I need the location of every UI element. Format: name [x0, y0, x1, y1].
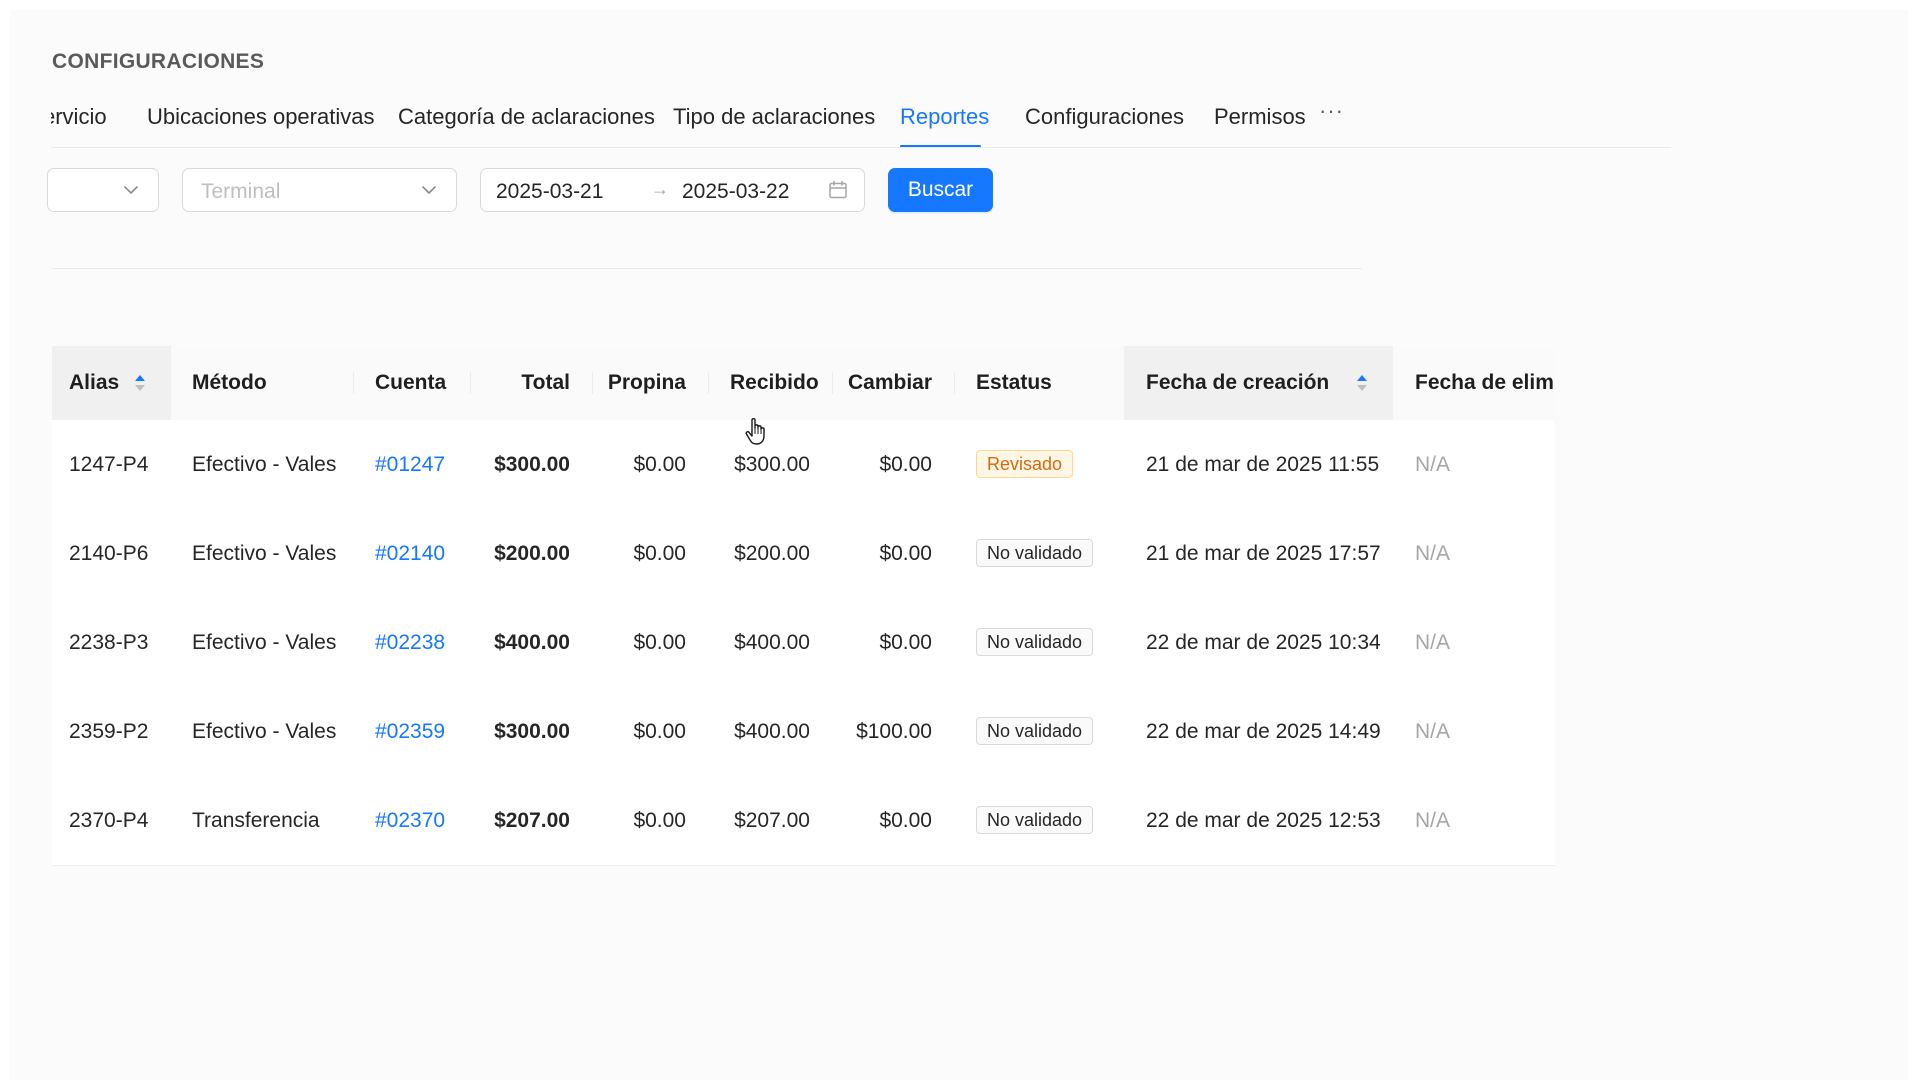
tab-tipo-aclaraciones[interactable]: Tipo de aclaraciones — [673, 104, 875, 130]
reports-table: Alias Método Cuenta Total Propina Recibi… — [52, 346, 1555, 1080]
status-badge: No validado — [976, 717, 1094, 745]
chevron-down-icon — [124, 186, 138, 194]
cell-total: $300.00 — [494, 720, 570, 743]
cell-propina: $0.00 — [633, 631, 686, 654]
column-header-cuenta: Cuenta — [375, 371, 447, 394]
column-separator — [954, 372, 955, 394]
cell-cuenta-link[interactable]: #02370 — [375, 776, 445, 865]
tab-permisos[interactable]: Permisos — [1214, 104, 1306, 130]
cell-fecha-creacion: 22 de mar de 2025 10:34 — [1146, 631, 1381, 654]
cell-fecha-eliminacion: N/A — [1415, 720, 1451, 743]
cell-cambiar: $0.00 — [879, 631, 932, 654]
cell-fecha-creacion: 21 de mar de 2025 17:57 — [1146, 542, 1381, 565]
cell-fecha-eliminacion: N/A — [1415, 809, 1451, 832]
column-separator — [708, 372, 709, 394]
calendar-icon[interactable] — [828, 180, 848, 200]
tab-servicio[interactable]: ervicio — [51, 104, 107, 130]
status-badge: Revisado — [976, 450, 1074, 478]
cell-propina: $0.00 — [633, 720, 686, 743]
cell-fecha-eliminacion: N/A — [1415, 453, 1451, 476]
cell-recibido: $200.00 — [734, 542, 810, 565]
cell-total: $400.00 — [494, 631, 570, 654]
status-badge: No validado — [976, 628, 1094, 656]
cell-alias: 1247-P4 — [69, 453, 149, 476]
search-button[interactable]: Buscar — [888, 168, 993, 212]
cell-cambiar: $0.00 — [879, 542, 932, 565]
cell-fecha-eliminacion: N/A — [1415, 631, 1451, 654]
tab-bar: ervicio Ubicaciones operativas Categoría… — [51, 82, 1671, 148]
sort-icon[interactable] — [134, 373, 146, 393]
column-header-propina: Propina — [607, 371, 686, 394]
terminal-placeholder: Terminal — [201, 180, 281, 203]
column-separator — [353, 372, 354, 394]
cell-cambiar: $100.00 — [856, 720, 932, 743]
app-frame: CONFIGURACIONES ervicio Ubicaciones oper… — [10, 10, 1908, 1080]
cell-fecha-creacion: 21 de mar de 2025 11:55 — [1146, 453, 1380, 476]
column-header-fecha-creacion-label: Fecha de creación — [1146, 371, 1330, 394]
date-range-picker[interactable]: 2025-03-21 → 2025-03-22 — [480, 168, 865, 212]
date-start-input[interactable]: 2025-03-21 — [496, 180, 603, 204]
cell-alias: 2370-P4 — [69, 809, 149, 832]
cell-alias: 2238-P3 — [69, 631, 149, 654]
filter-select-first[interactable] — [47, 168, 159, 212]
filter-bar: Terminal 2025-03-21 → 2025-03-22 Buscar — [47, 168, 1371, 214]
cell-propina: $0.00 — [633, 809, 686, 832]
section-divider — [52, 268, 1362, 269]
table-row[interactable]: 2359-P2 Efectivo - Vales #02359 $300.00 … — [52, 687, 1555, 777]
column-header-metodo: Método — [192, 371, 267, 394]
cell-recibido: $400.00 — [734, 720, 810, 743]
tab-configuraciones[interactable]: Configuraciones — [1025, 104, 1184, 130]
terminal-select[interactable]: Terminal — [182, 168, 457, 212]
cell-metodo: Efectivo - Vales — [192, 720, 337, 743]
cell-propina: $0.00 — [633, 453, 686, 476]
status-badge: No validado — [976, 539, 1094, 567]
page-title: CONFIGURACIONES — [52, 50, 265, 73]
cell-metodo: Efectivo - Vales — [192, 453, 337, 476]
status-badge: No validado — [976, 806, 1094, 834]
date-end-input[interactable]: 2025-03-22 — [682, 180, 789, 204]
cell-metodo: Transferencia — [192, 809, 320, 832]
cell-cuenta-link[interactable]: #02238 — [375, 598, 445, 687]
cell-recibido: $207.00 — [734, 809, 810, 832]
column-header-fecha-eliminacion: Fecha de elimin — [1415, 371, 1555, 394]
table-row[interactable]: 1247-P4 Efectivo - Vales #01247 $300.00 … — [52, 420, 1555, 510]
table-row[interactable]: 2140-P6 Efectivo - Vales #02140 $200.00 … — [52, 509, 1555, 599]
cell-total: $207.00 — [494, 809, 570, 832]
cell-cuenta-link[interactable]: #01247 — [375, 420, 445, 509]
table-row[interactable]: 2370-P4 Transferencia #02370 $207.00 $0.… — [52, 776, 1555, 866]
cell-total: $300.00 — [494, 453, 570, 476]
cell-recibido: $400.00 — [734, 631, 810, 654]
cell-total: $200.00 — [494, 542, 570, 565]
table-header: Alias Método Cuenta Total Propina Recibi… — [52, 346, 1555, 420]
hand-pointer-icon — [745, 418, 765, 445]
cell-alias: 2359-P2 — [69, 720, 149, 743]
table-row[interactable]: 2238-P3 Efectivo - Vales #02238 $400.00 … — [52, 598, 1555, 688]
cell-cuenta-link[interactable]: #02359 — [375, 687, 445, 776]
cell-fecha-creacion: 22 de mar de 2025 12:53 — [1146, 809, 1381, 832]
active-tab-indicator — [900, 145, 981, 147]
tabs-more-icon[interactable]: ··· — [1319, 98, 1344, 124]
column-header-cambiar: Cambiar — [847, 371, 932, 394]
column-header-alias-label: Alias — [69, 371, 120, 394]
cell-metodo: Efectivo - Vales — [192, 542, 337, 565]
cell-cambiar: $0.00 — [879, 453, 932, 476]
chevron-down-icon — [422, 186, 436, 194]
column-header-recibido: Recibido — [730, 371, 819, 394]
tab-categoria-aclaraciones[interactable]: Categoría de aclaraciones — [398, 104, 655, 130]
cell-metodo: Efectivo - Vales — [192, 631, 337, 654]
date-range-separator: → — [651, 179, 669, 199]
sort-icon[interactable] — [1356, 373, 1368, 393]
cell-alias: 2140-P6 — [69, 542, 149, 565]
column-header-estatus: Estatus — [976, 371, 1052, 394]
cell-fecha-creacion: 22 de mar de 2025 14:49 — [1146, 720, 1381, 743]
cell-fecha-eliminacion: N/A — [1415, 542, 1451, 565]
cell-propina: $0.00 — [633, 542, 686, 565]
column-header-total: Total — [521, 371, 570, 394]
cell-cuenta-link[interactable]: #02140 — [375, 509, 445, 598]
column-header-alias[interactable]: Alias — [52, 346, 171, 420]
tab-ubicaciones-operativas[interactable]: Ubicaciones operativas — [147, 104, 374, 130]
cell-cambiar: $0.00 — [879, 809, 932, 832]
column-header-fecha-creacion[interactable]: Fecha de creación — [1124, 346, 1393, 420]
tab-reportes[interactable]: Reportes — [900, 104, 989, 130]
